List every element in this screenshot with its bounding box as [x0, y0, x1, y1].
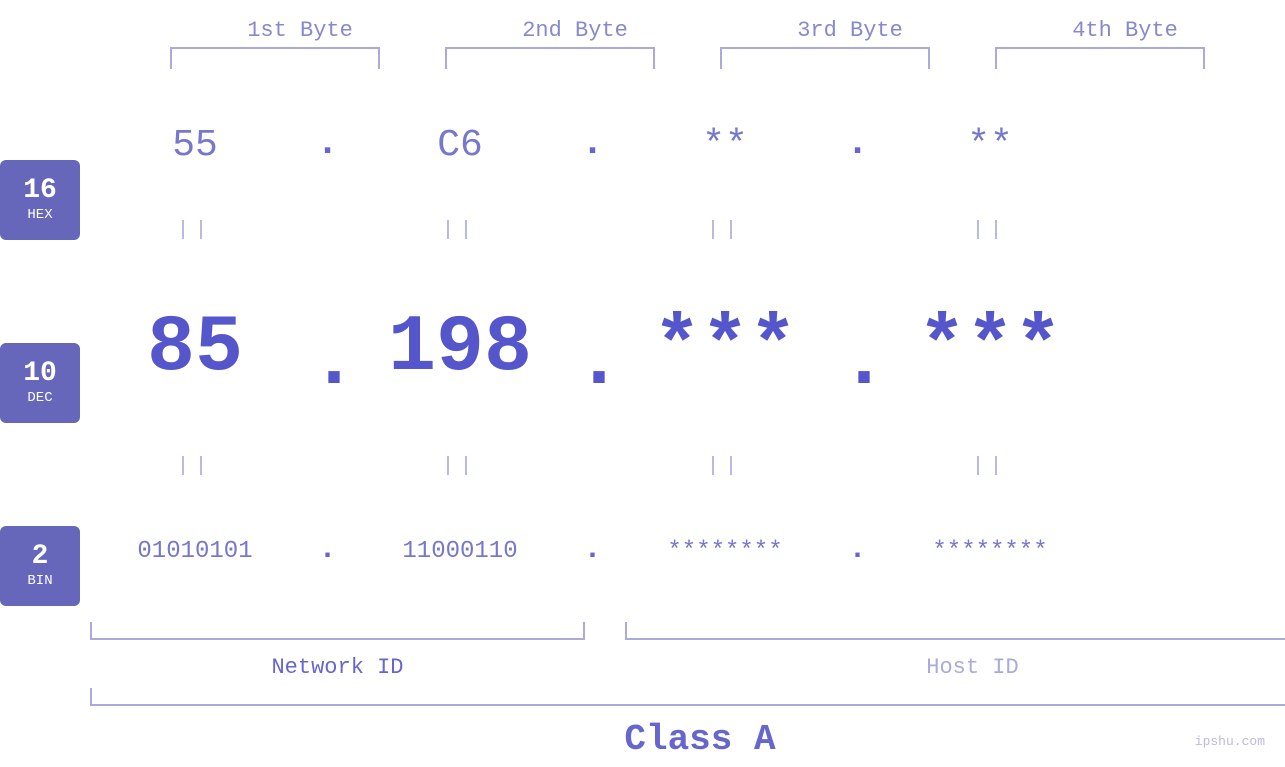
bin-val-4: ********: [875, 538, 1105, 565]
dec-dot-2: .: [575, 293, 610, 403]
hex-badge: 16 HEX: [0, 160, 80, 240]
sep-2-3: ||: [610, 455, 840, 478]
sep-2: || || || ||: [80, 449, 1285, 485]
sep-1-2: ||: [345, 219, 575, 242]
class-row: Class A: [80, 712, 1285, 767]
network-id-label: Network ID: [90, 655, 585, 680]
bottom-brackets: [80, 622, 1285, 650]
hex-dot-3: .: [840, 122, 875, 170]
dec-val-4: ***: [875, 303, 1105, 394]
byte-header-2: 2nd Byte: [438, 18, 713, 43]
sep-2-1: ||: [80, 455, 310, 478]
sep-2-4: ||: [875, 455, 1105, 478]
sep-1-4: ||: [875, 219, 1105, 242]
dec-dot-1: .: [310, 293, 345, 403]
byte-header-1: 1st Byte: [163, 18, 438, 43]
dec-badge: 10 DEC: [0, 343, 80, 423]
bin-row: 01010101 . 11000110 . ******** . *******…: [80, 485, 1285, 618]
byte-headers: 1st Byte 2nd Byte 3rd Byte 4th Byte: [0, 0, 1285, 43]
hex-dot-2: .: [575, 122, 610, 170]
top-bracket-4: [995, 47, 1205, 69]
bin-val-3: ********: [610, 538, 840, 565]
hex-val-2: C6: [345, 124, 575, 167]
outer-bracket-row: [80, 688, 1285, 712]
bin-val-1: 01010101: [80, 538, 310, 565]
bin-val-2: 11000110: [345, 538, 575, 565]
dec-dot-3: .: [840, 293, 875, 403]
bin-dot-2: .: [575, 533, 610, 570]
bin-dot-3: .: [840, 533, 875, 570]
hex-dot-1: .: [310, 122, 345, 170]
dec-row: 85 . 198 . *** . ***: [80, 248, 1285, 448]
network-bracket: [90, 622, 585, 640]
hex-row: 55 . C6 . ** . **: [80, 79, 1285, 212]
sep-1-1: ||: [80, 219, 310, 242]
host-bracket: [625, 622, 1285, 640]
labels-column: 16 HEX 10 DEC 2 BIN: [0, 79, 80, 767]
sep-1: || || || ||: [80, 212, 1285, 248]
hex-val-4: **: [875, 124, 1105, 167]
top-bracket-1: [170, 47, 380, 69]
byte-header-4: 4th Byte: [988, 18, 1263, 43]
byte-header-3: 3rd Byte: [713, 18, 988, 43]
main-container: 1st Byte 2nd Byte 3rd Byte 4th Byte 16 H…: [0, 0, 1285, 767]
hex-val-3: **: [610, 124, 840, 167]
class-label: Class A: [624, 719, 775, 760]
watermark: ipshu.com: [1195, 734, 1265, 749]
top-bracket-2: [445, 47, 655, 69]
sep-1-3: ||: [610, 219, 840, 242]
data-grid: 55 . C6 . ** . ** || || || || 85: [80, 79, 1285, 767]
dec-val-2: 198: [345, 303, 575, 394]
sep-2-2: ||: [345, 455, 575, 478]
hex-val-1: 55: [80, 124, 310, 167]
host-id-label: Host ID: [625, 655, 1285, 680]
id-labels: Network ID Host ID: [80, 650, 1285, 686]
dec-val-1: 85: [80, 303, 310, 394]
top-bracket-3: [720, 47, 930, 69]
outer-bracket: [90, 688, 1285, 706]
bin-dot-1: .: [310, 533, 345, 570]
dec-val-3: ***: [610, 303, 840, 394]
bin-badge: 2 BIN: [0, 526, 80, 606]
